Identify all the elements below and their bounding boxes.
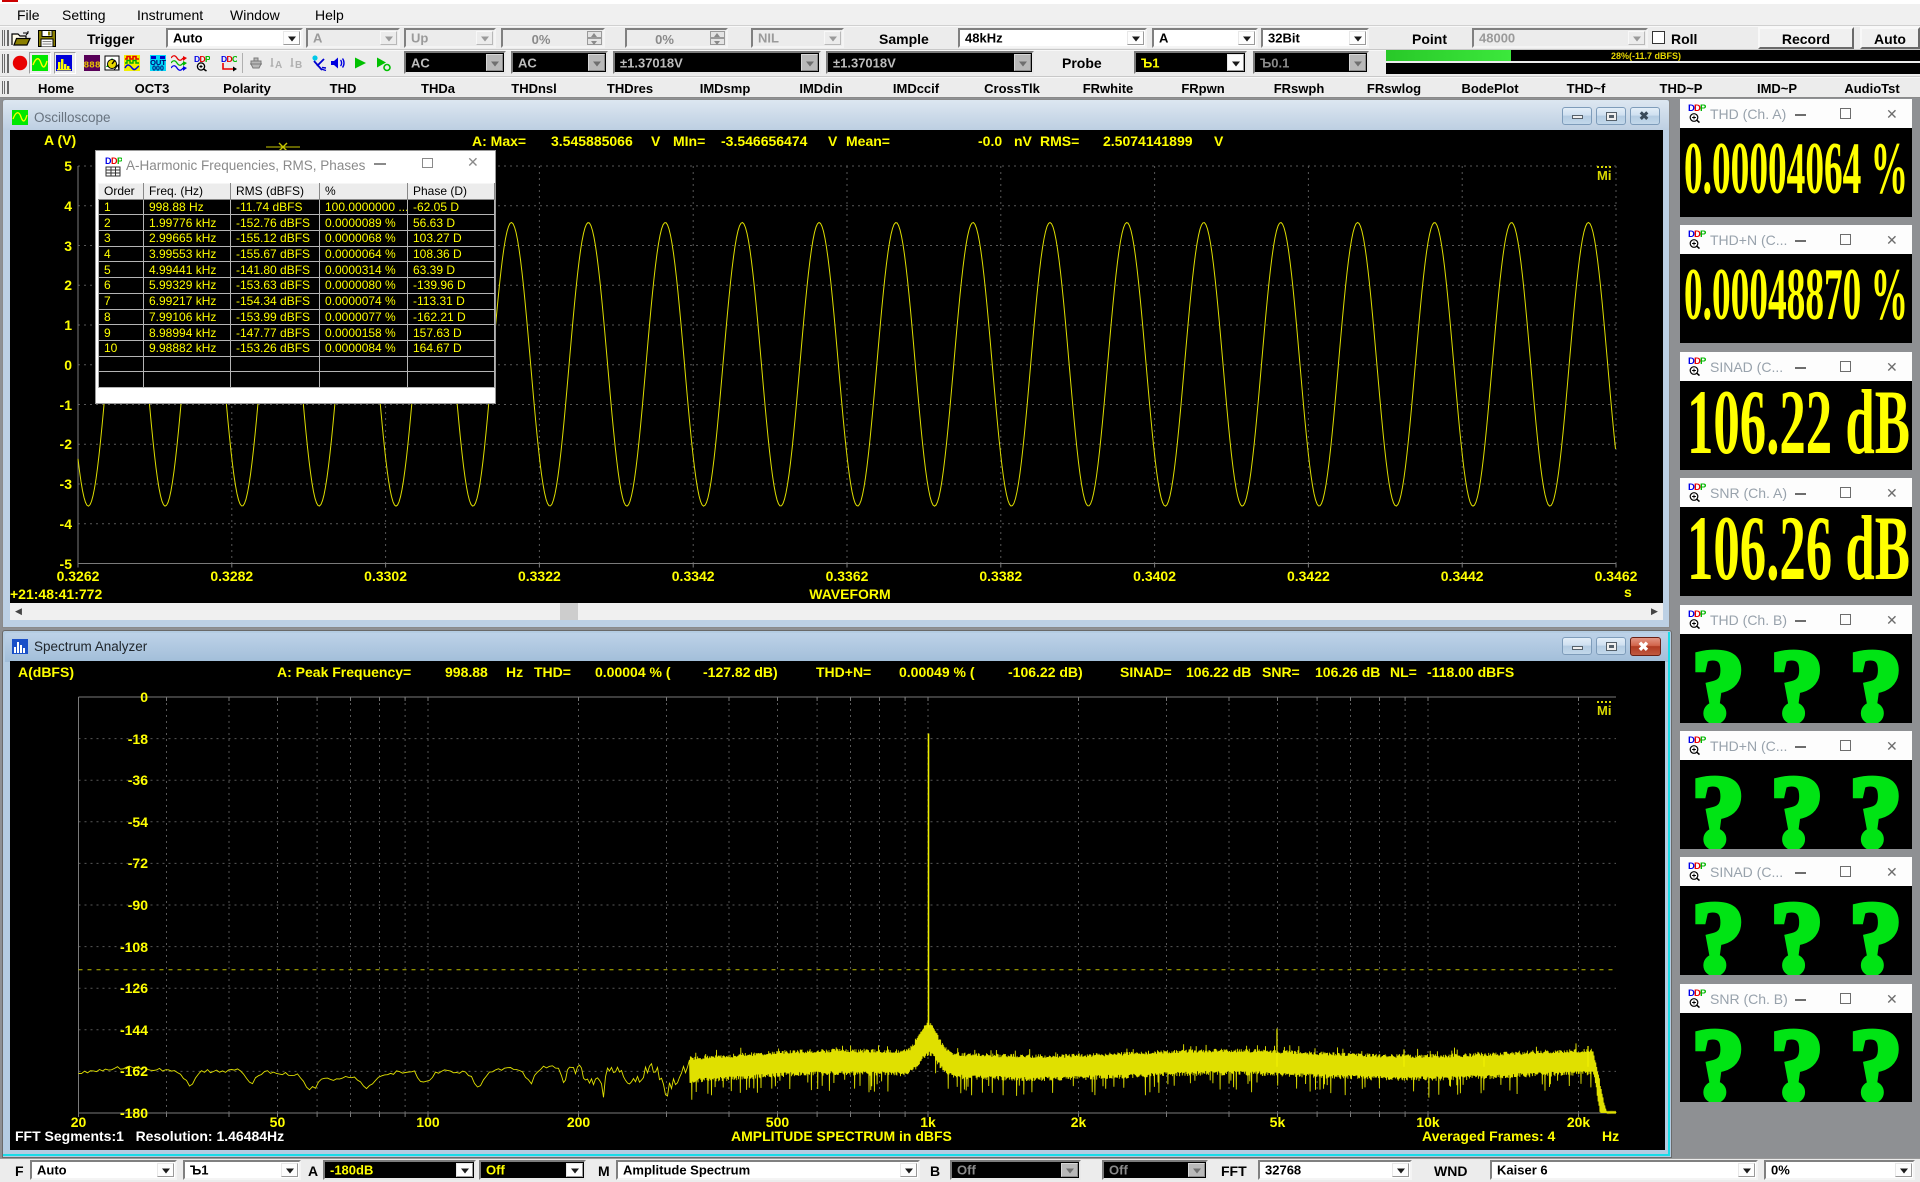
svg-text:P: P [1700, 988, 1706, 999]
svg-text:0.00048870 %: 0.00048870 % [1684, 254, 1908, 336]
svg-text:P: P [1700, 103, 1706, 114]
svg-text:P: P [1700, 482, 1706, 493]
svg-text:P: P [1700, 735, 1706, 746]
svg-text:106.26 dB: 106.26 dB [1687, 507, 1910, 596]
svg-text:? ? ?: ? ? ? [1692, 1013, 1902, 1102]
svg-text:? ? ?: ? ? ? [1692, 760, 1902, 849]
svg-text:? ? ?: ? ? ? [1692, 886, 1902, 975]
svg-text:P: P [1700, 609, 1706, 620]
svg-text:P: P [1700, 229, 1706, 240]
svg-text:C: C [232, 55, 237, 64]
svg-text:B: B [295, 60, 302, 71]
svg-text:? ? ?: ? ? ? [1692, 634, 1902, 723]
svg-text:888: 888 [84, 60, 100, 71]
svg-text:P: P [1700, 861, 1706, 872]
svg-text:106.22 dB: 106.22 dB [1687, 381, 1910, 470]
svg-text:P: P [205, 55, 210, 64]
svg-text:P: P [1700, 356, 1706, 367]
svg-text:P: P [117, 156, 122, 166]
svg-text:0.00004064 %: 0.00004064 % [1684, 128, 1908, 210]
svg-text:A: A [275, 60, 282, 71]
svg-text:000: 000 [152, 66, 164, 73]
